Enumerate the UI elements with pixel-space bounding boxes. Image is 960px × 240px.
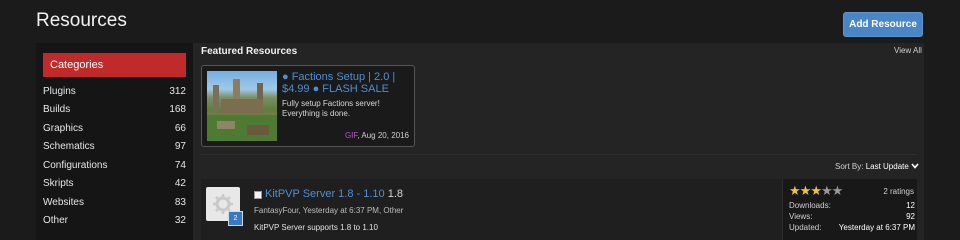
featured-date: , Aug 20, 2016: [357, 131, 409, 140]
resource-meta: FantasyFour, Yesterday at 6:37 PM, Other: [254, 206, 404, 215]
star-icon[interactable]: ★: [810, 183, 822, 198]
resource-title-link[interactable]: KitPVP Server 1.8 - 1.10: [265, 188, 385, 200]
divider: [201, 154, 917, 155]
sidebar-item-schematics[interactable]: Schematics 97: [43, 138, 186, 154]
page-title: Resources: [36, 10, 127, 31]
sidebar-item-label: Other: [43, 214, 69, 226]
sidebar: Categories Plugins 312 Builds 168 Graphi…: [36, 43, 193, 240]
views-label: Views:: [789, 212, 813, 221]
resource-description: KitPVP Server supports 1.8 to 1.10: [254, 223, 378, 232]
sidebar-item-label: Configurations: [43, 159, 108, 171]
featured-resource-name[interactable]: ● Factions Setup | 2.0 | $4.99 ● FLASH S…: [282, 71, 410, 95]
updated-label: Updated:: [789, 223, 822, 232]
views-value: 92: [906, 212, 915, 221]
sidebar-item-other[interactable]: Other 32: [43, 212, 186, 228]
sidebar-item-count: 74: [174, 159, 186, 171]
sidebar-item-count: 312: [169, 85, 186, 97]
star-icon[interactable]: ★: [789, 183, 801, 198]
featured-resource-description: Fully setup Factions server! Everything …: [282, 99, 380, 118]
featured-resource-meta: GIF, Aug 20, 2016: [345, 131, 409, 140]
sidebar-item-count: 42: [174, 177, 186, 189]
resource-title[interactable]: KitPVP Server 1.8 - 1.10 1.8: [265, 188, 403, 200]
view-all-link[interactable]: View All: [894, 46, 922, 55]
sidebar-item-label: Graphics: [43, 122, 84, 134]
sidebar-item-label: Plugins: [43, 85, 76, 97]
sidebar-item-count: 66: [174, 122, 186, 134]
downloads-label: Downloads:: [789, 201, 831, 210]
resource-row: 2 KitPVP Server 1.8 - 1.10 1.8 FantasyFo…: [201, 179, 917, 240]
rating-stars: ★★★★★: [789, 183, 844, 199]
resource-badge: 2: [228, 211, 243, 226]
sidebar-item-skripts[interactable]: Skripts 42: [43, 175, 186, 191]
views-stat: Views: 92: [789, 212, 915, 221]
downloads-stat: Downloads: 12: [789, 201, 915, 210]
star-icon[interactable]: ★: [800, 183, 812, 198]
sidebar-item-websites[interactable]: Websites 83: [43, 194, 186, 210]
sidebar-item-label: Schematics: [43, 140, 95, 152]
sidebar-item-count: 32: [174, 214, 186, 226]
ratings-count: 2 ratings: [883, 187, 914, 196]
sidebar-item-count: 83: [174, 196, 186, 208]
sort-label: Sort By:: [835, 162, 864, 171]
sort-value: Last Update: [865, 162, 909, 171]
sidebar-item-label: Builds: [43, 103, 71, 115]
resource-select-checkbox[interactable]: [254, 191, 262, 199]
resource-version: 1.8: [387, 188, 403, 200]
categories-header: Categories: [43, 53, 186, 77]
updated-stat: Updated: Yesterday at 6:37 PM: [789, 223, 915, 232]
sidebar-item-count: 97: [174, 140, 186, 152]
sidebar-item-label: Skripts: [43, 177, 74, 189]
sidebar-item-plugins[interactable]: Plugins 312: [43, 83, 186, 99]
resource-stats: ★★★★★ 2 ratings Downloads: 12 Views: 92 …: [782, 179, 917, 240]
gif-tag: GIF: [344, 131, 358, 140]
add-resource-button[interactable]: Add Resource: [843, 12, 923, 37]
chevron-down-icon: [911, 162, 919, 171]
updated-value: Yesterday at 6:37 PM: [838, 223, 915, 232]
star-icon[interactable]: ★: [821, 183, 833, 198]
downloads-value: 12: [906, 201, 915, 210]
sidebar-item-count: 168: [169, 103, 186, 115]
sort-by-control[interactable]: Sort By: Last Update: [835, 162, 919, 171]
sidebar-item-graphics[interactable]: Graphics 66: [43, 120, 186, 136]
sidebar-item-label: Websites: [43, 196, 84, 208]
star-icon[interactable]: ★: [832, 183, 844, 198]
featured-thumbnail[interactable]: [207, 71, 277, 141]
sidebar-item-configurations[interactable]: Configurations 74: [43, 157, 186, 173]
featured-title: Featured Resources: [201, 46, 298, 57]
sidebar-item-builds[interactable]: Builds 168: [43, 101, 186, 117]
featured-card[interactable]: ● Factions Setup | 2.0 | $4.99 ● FLASH S…: [201, 65, 415, 147]
castle-build-image: [207, 79, 277, 141]
